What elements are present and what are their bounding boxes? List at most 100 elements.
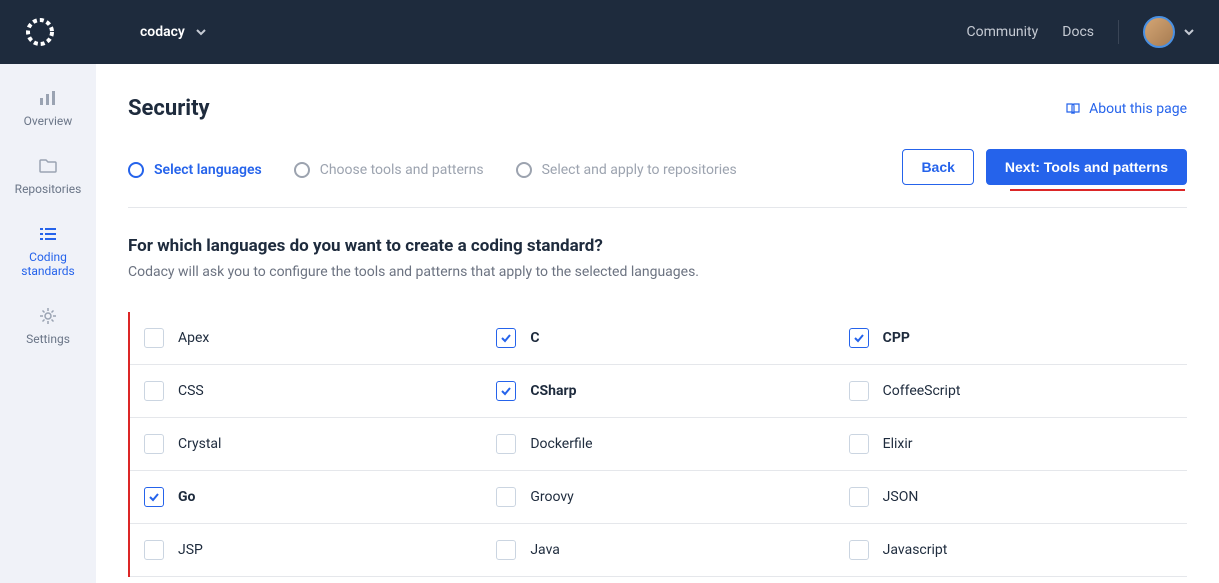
folder-icon: [38, 156, 58, 176]
sidebar-item-label: Settings: [26, 332, 70, 346]
language-item[interactable]: C: [482, 312, 834, 365]
list-icon: [38, 224, 58, 244]
wizard-row: Select languages Choose tools and patter…: [128, 149, 1187, 208]
chevron-down-icon: [195, 26, 207, 38]
language-label: CSS: [178, 383, 204, 399]
sidebar-item-label: Repositories: [15, 182, 82, 196]
language-label: JSON: [883, 489, 919, 505]
section-title: For which languages do you want to creat…: [128, 236, 1187, 256]
step-circle-icon: [128, 162, 144, 178]
gear-icon: [38, 306, 58, 326]
language-item[interactable]: Groovy: [482, 471, 834, 524]
language-item[interactable]: Java: [482, 524, 834, 577]
page-title: Security: [128, 96, 210, 121]
step-label: Choose tools and patterns: [320, 162, 484, 178]
language-label: JSP: [178, 542, 203, 558]
sidebar-item-label: Coding standards: [4, 250, 92, 278]
wizard-buttons: Back Next: Tools and patterns: [902, 149, 1187, 191]
language-item[interactable]: CoffeeScript: [835, 365, 1187, 418]
section-subtitle: Codacy will ask you to configure the too…: [128, 264, 1187, 280]
language-grid: Apex CSS Crystal Go JSP C CSharp Dockerfile Gro…: [128, 312, 1187, 577]
language-label: Go: [178, 489, 195, 505]
language-item[interactable]: JSP: [130, 524, 482, 577]
checkbox[interactable]: [849, 540, 869, 560]
back-button[interactable]: Back: [902, 149, 973, 185]
language-item[interactable]: CSS: [130, 365, 482, 418]
step-select-repos[interactable]: Select and apply to repositories: [516, 162, 737, 178]
step-select-languages[interactable]: Select languages: [128, 162, 262, 178]
language-label: CoffeeScript: [883, 383, 961, 399]
language-item[interactable]: Javascript: [835, 524, 1187, 577]
language-item[interactable]: Elixir: [835, 418, 1187, 471]
checkbox[interactable]: [496, 540, 516, 560]
avatar: [1143, 16, 1175, 48]
language-label: Javascript: [883, 542, 948, 558]
about-page-link[interactable]: About this page: [1065, 101, 1187, 117]
sidebar-item-overview[interactable]: Overview: [20, 84, 77, 132]
container: Overview Repositories Coding standards S…: [0, 64, 1219, 583]
language-label: CSharp: [530, 383, 576, 399]
page-header: Security About this page: [128, 96, 1187, 121]
language-item[interactable]: Crystal: [130, 418, 482, 471]
language-column-1: Apex CSS Crystal Go JSP: [130, 312, 482, 577]
about-link-label: About this page: [1089, 101, 1187, 117]
user-menu[interactable]: [1143, 16, 1195, 48]
checkbox[interactable]: [849, 328, 869, 348]
buttons-row: Back Next: Tools and patterns: [902, 149, 1187, 185]
checkbox[interactable]: [496, 434, 516, 454]
step-choose-tools[interactable]: Choose tools and patterns: [294, 162, 484, 178]
checkbox[interactable]: [849, 434, 869, 454]
checkbox[interactable]: [144, 434, 164, 454]
sidebar: Overview Repositories Coding standards S…: [0, 64, 96, 583]
language-item[interactable]: Go: [130, 471, 482, 524]
header-left: codacy: [24, 16, 207, 48]
checkbox[interactable]: [144, 540, 164, 560]
header-divider: [1118, 20, 1119, 44]
codacy-logo-icon: [24, 16, 56, 48]
checkbox[interactable]: [144, 487, 164, 507]
language-label: Java: [530, 542, 560, 558]
header-right: Community Docs: [967, 16, 1195, 48]
language-item[interactable]: JSON: [835, 471, 1187, 524]
main-content: Security About this page Select language…: [96, 64, 1219, 583]
language-item[interactable]: CSharp: [482, 365, 834, 418]
sidebar-item-coding-standards[interactable]: Coding standards: [0, 220, 96, 282]
checkbox[interactable]: [144, 328, 164, 348]
checkbox[interactable]: [496, 487, 516, 507]
language-label: Crystal: [178, 436, 221, 452]
language-item[interactable]: Dockerfile: [482, 418, 834, 471]
checkbox[interactable]: [849, 487, 869, 507]
checkbox[interactable]: [144, 381, 164, 401]
bar-chart-icon: [38, 88, 58, 108]
community-link[interactable]: Community: [967, 24, 1039, 40]
language-column-2: C CSharp Dockerfile Groovy Java: [482, 312, 834, 577]
language-label: Elixir: [883, 436, 913, 452]
language-label: Groovy: [530, 489, 573, 505]
checkbox[interactable]: [496, 328, 516, 348]
step-circle-icon: [294, 162, 310, 178]
sidebar-item-settings[interactable]: Settings: [22, 302, 74, 350]
step-circle-icon: [516, 162, 532, 178]
org-name: codacy: [140, 24, 185, 40]
docs-link[interactable]: Docs: [1062, 24, 1094, 40]
sidebar-item-label: Overview: [24, 114, 73, 128]
org-selector[interactable]: codacy: [80, 24, 207, 40]
language-label: CPP: [883, 330, 910, 346]
checkbox[interactable]: [496, 381, 516, 401]
sidebar-item-repositories[interactable]: Repositories: [11, 152, 86, 200]
wizard-steps: Select languages Choose tools and patter…: [128, 162, 737, 178]
language-label: Dockerfile: [530, 436, 592, 452]
app-header: codacy Community Docs: [0, 0, 1219, 64]
language-item[interactable]: Apex: [130, 312, 482, 365]
language-label: Apex: [178, 330, 209, 346]
language-column-3: CPP CoffeeScript Elixir JSON Javascript: [835, 312, 1187, 577]
step-label: Select languages: [154, 162, 262, 178]
step-label: Select and apply to repositories: [542, 162, 737, 178]
chevron-down-icon: [1183, 26, 1195, 38]
highlight-underline: [1010, 189, 1185, 191]
checkbox[interactable]: [849, 381, 869, 401]
language-item[interactable]: CPP: [835, 312, 1187, 365]
next-button[interactable]: Next: Tools and patterns: [986, 149, 1187, 185]
book-icon: [1065, 101, 1081, 117]
language-label: C: [530, 330, 539, 346]
